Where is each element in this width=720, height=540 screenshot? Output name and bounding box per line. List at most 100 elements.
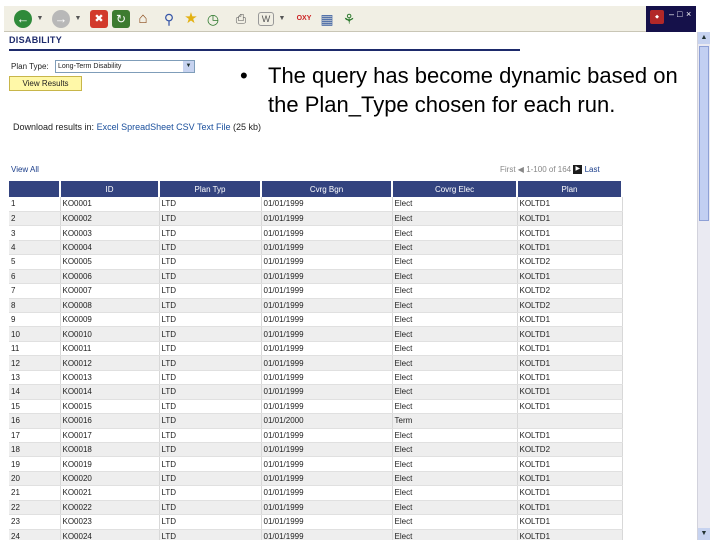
table-cell: 16 — [9, 413, 61, 429]
favorites-icon[interactable]: ★ — [182, 10, 200, 28]
restore-icon[interactable]: □ — [677, 9, 682, 19]
table-row: 21 KO0021 LTD 01/01/1999 Elect KOLTD1 — [9, 485, 623, 501]
table-cell: LTD — [159, 298, 262, 314]
title-divider — [9, 49, 520, 51]
column-header[interactable]: Plan Typ — [159, 181, 262, 197]
view-all-link[interactable]: View All — [11, 165, 39, 174]
table-cell — [517, 413, 623, 429]
table-header-row: ID Plan Typ Cvrg Bgn Covrg Elec Plan — [9, 181, 623, 197]
table-cell: KOLTD1 — [517, 341, 623, 357]
table-cell: 01/01/1999 — [261, 514, 393, 530]
table-cell: KOLTD1 — [517, 529, 623, 540]
chevron-down-icon[interactable]: ▼ — [183, 61, 194, 72]
table-cell: KO0022 — [60, 500, 160, 516]
table-cell: Term — [392, 413, 518, 429]
table-cell: 01/01/1999 — [261, 500, 393, 516]
table-cell: KOLTD1 — [517, 485, 623, 501]
table-cell: LTD — [159, 471, 262, 487]
home-icon[interactable]: ⌂ — [134, 10, 152, 28]
table-row: 9 KO0009 LTD 01/01/1999 Elect KOLTD1 — [9, 312, 623, 328]
oxy-badge-icon[interactable]: OXY — [294, 10, 314, 28]
plan-type-select[interactable]: Long-Term Disability ▼ — [55, 60, 195, 73]
scroll-down-icon[interactable]: ▼ — [698, 528, 710, 540]
table-cell: KOLTD1 — [517, 370, 623, 386]
research-icon[interactable]: ▦ — [318, 10, 336, 28]
stop-icon[interactable]: ✖ — [90, 10, 108, 28]
vertical-scrollbar[interactable]: ▲ ▼ — [697, 32, 710, 540]
table-cell: 01/01/1999 — [261, 384, 393, 400]
table-row: 4 KO0004 LTD 01/01/1999 Elect KOLTD1 — [9, 240, 623, 256]
excel-link[interactable]: Excel SpreadSheet — [97, 122, 174, 132]
bullet-text: The query has become dynamic based on th… — [268, 63, 678, 117]
table-cell: LTD — [159, 197, 262, 212]
table-row: 8 KO0008 LTD 01/01/1999 Elect KOLTD2 — [9, 298, 623, 314]
results-table: ID Plan Typ Cvrg Bgn Covrg Elec Plan 1 KO… — [9, 181, 623, 540]
table-cell: 10 — [9, 326, 61, 342]
table-row: 1 KO0001 LTD 01/01/1999 Elect KOLTD1 — [9, 197, 623, 212]
print-icon[interactable]: ⎙ — [232, 10, 250, 28]
back-icon[interactable]: ← — [14, 10, 32, 28]
table-cell: KOLTD1 — [517, 514, 623, 530]
table-body: 1 KO0001 LTD 01/01/1999 Elect KOLTD1 2 KO0002 LT… — [9, 197, 623, 540]
table-cell: KO0004 — [60, 240, 160, 256]
view-results-button[interactable]: View Results — [9, 76, 82, 91]
table-cell: LTD — [159, 456, 262, 472]
column-header[interactable]: ID — [60, 181, 160, 197]
table-cell: LTD — [159, 399, 262, 415]
pager-last[interactable]: Last — [585, 165, 600, 174]
table-cell: Elect — [392, 326, 518, 342]
column-header[interactable]: Covrg Elec — [392, 181, 518, 197]
table-cell: KOLTD1 — [517, 384, 623, 400]
table-row: 10 KO0010 LTD 01/01/1999 Elect KOLTD1 — [9, 326, 623, 342]
table-row: 24 KO0024 LTD 01/01/1999 Elect KOLTD1 — [9, 529, 623, 540]
table-cell: KOLTD1 — [517, 240, 623, 256]
table-cell: 01/01/1999 — [261, 355, 393, 371]
csv-link[interactable]: CSV Text File — [176, 122, 230, 132]
pager-first[interactable]: First — [500, 165, 516, 174]
scroll-up-icon[interactable]: ▲ — [698, 32, 710, 44]
forward-dropdown-icon[interactable]: ▼ — [74, 10, 82, 28]
table-cell: 22 — [9, 500, 61, 516]
table-cell: 24 — [9, 529, 61, 540]
prev-icon[interactable]: ◀ — [518, 165, 524, 174]
table-cell: Elect — [392, 298, 518, 314]
table-cell: Elect — [392, 428, 518, 443]
messenger-icon[interactable]: ⚘ — [340, 10, 358, 28]
bullet-dot: • — [240, 63, 248, 88]
table-cell: KO0013 — [60, 370, 160, 386]
table-cell: KO0015 — [60, 399, 160, 415]
word-icon[interactable]: W — [258, 12, 274, 26]
table-cell: KO0017 — [60, 428, 160, 443]
table-cell: LTD — [159, 326, 262, 342]
minimize-icon[interactable]: – — [669, 9, 674, 19]
column-header[interactable]: Plan — [517, 181, 623, 197]
history-icon[interactable]: ◷ — [204, 10, 222, 28]
table-row: 23 KO0023 LTD 01/01/1999 Elect KOLTD1 — [9, 514, 623, 530]
table-cell: LTD — [159, 485, 262, 501]
table-cell: 01/01/1999 — [261, 269, 393, 285]
table-cell: KOLTD2 — [517, 254, 623, 270]
edit-dropdown-icon[interactable]: ▼ — [278, 10, 286, 28]
next-icon[interactable]: ▶ — [573, 165, 583, 175]
close-icon[interactable]: × — [686, 9, 691, 19]
table-cell: LTD — [159, 254, 262, 270]
table-cell: 4 — [9, 240, 61, 256]
table-cell: KO0007 — [60, 283, 160, 299]
table-cell: 01/01/1999 — [261, 197, 393, 212]
column-header[interactable]: Cvrg Bgn — [261, 181, 393, 197]
refresh-icon[interactable]: ↻ — [112, 10, 130, 28]
scroll-thumb[interactable] — [699, 46, 709, 221]
table-cell: KOLTD1 — [517, 471, 623, 487]
table-cell: 5 — [9, 254, 61, 270]
back-dropdown-icon[interactable]: ▼ — [36, 10, 44, 28]
table-row: 17 KO0017 LTD 01/01/1999 Elect KOLTD1 — [9, 428, 623, 443]
table-cell: KOLTD1 — [517, 312, 623, 328]
table-row: 20 KO0020 LTD 01/01/1999 Elect KOLTD1 — [9, 471, 623, 487]
table-cell: Elect — [392, 283, 518, 299]
forward-icon[interactable]: → — [52, 10, 70, 28]
table-row: 16 KO0016 LTD 01/01/2000 Term — [9, 413, 623, 429]
table-cell: 01/01/1999 — [261, 471, 393, 487]
search-icon[interactable]: ⚲ — [160, 10, 178, 28]
table-cell: KO0010 — [60, 326, 160, 342]
table-cell: KOLTD1 — [517, 326, 623, 342]
